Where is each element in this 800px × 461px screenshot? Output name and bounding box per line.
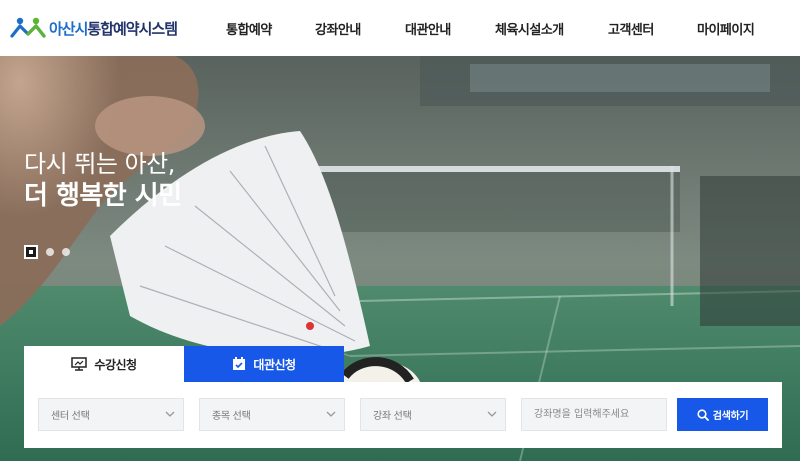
monitor-icon bbox=[71, 357, 88, 371]
hero-title-line1: 다시 뛰는 아산, bbox=[24, 150, 175, 178]
center-select-value: 센터 선택 bbox=[51, 411, 90, 422]
tab-course-registration-label: 수강신청 bbox=[94, 357, 137, 372]
tab-rental-application[interactable]: 대관신청 bbox=[184, 346, 344, 382]
tab-course-registration[interactable]: 수강신청 bbox=[24, 346, 184, 382]
search-button-label: 검색하기 bbox=[712, 411, 749, 422]
chevron-down-icon bbox=[326, 411, 336, 417]
calendar-check-icon bbox=[233, 357, 246, 370]
search-icon bbox=[697, 408, 709, 421]
nav-customer-center[interactable]: 고객센터 bbox=[608, 19, 654, 38]
chevron-down-icon bbox=[487, 411, 497, 417]
nav-integrated-reservation[interactable]: 통합예약 bbox=[226, 19, 272, 38]
slide-dot[interactable] bbox=[62, 248, 70, 256]
course-select-value: 강좌 선택 bbox=[373, 411, 412, 422]
center-select[interactable]: 센터 선택 bbox=[38, 398, 184, 431]
search-button[interactable]: 검색하기 bbox=[677, 398, 768, 431]
site-logo[interactable]: 아산시통합예약시스템 bbox=[10, 15, 178, 41]
tab-rental-application-label: 대관신청 bbox=[253, 357, 296, 372]
slide-dot[interactable] bbox=[46, 248, 54, 256]
people-logo-icon bbox=[10, 17, 46, 38]
slide-dot-active[interactable] bbox=[24, 245, 38, 259]
course-select[interactable]: 강좌 선택 bbox=[360, 398, 506, 431]
search-panel: 센터 선택 종목 선택 강좌 선택 검색하기 bbox=[24, 382, 782, 448]
slide-pagination bbox=[24, 245, 70, 259]
logo-text: 아산시통합예약시스템 bbox=[49, 19, 178, 38]
nav-rental-info[interactable]: 대관안내 bbox=[405, 19, 451, 38]
course-name-search-input[interactable] bbox=[521, 398, 667, 431]
nav-course-info[interactable]: 강좌안내 bbox=[315, 19, 361, 38]
sport-select[interactable]: 종목 선택 bbox=[199, 398, 345, 431]
nav-my-page[interactable]: 마이페이지 bbox=[697, 19, 755, 38]
chevron-down-icon bbox=[165, 411, 175, 417]
sport-select-value: 종목 선택 bbox=[212, 411, 251, 422]
nav-sports-facilities[interactable]: 체육시설소개 bbox=[495, 19, 564, 38]
hero-title-line2: 더 행복한 시민 bbox=[24, 181, 182, 211]
site-header: 아산시통합예약시스템 통합예약 강좌안내 대관안내 체육시설소개 고객센터 마이… bbox=[0, 0, 800, 56]
